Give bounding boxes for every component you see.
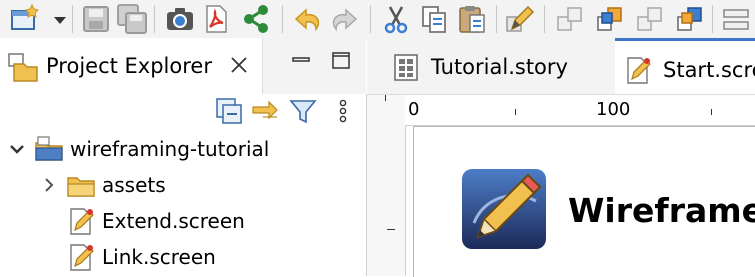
minimize-icon[interactable]	[290, 50, 312, 70]
pdf-icon[interactable]	[200, 3, 232, 35]
ruler-tick	[711, 109, 712, 115]
toolbar-separator	[496, 5, 497, 33]
main-toolbar	[0, 0, 755, 39]
undo-icon[interactable]	[292, 3, 324, 35]
screen-file-icon	[66, 206, 96, 236]
tab-tutorial-story[interactable]: Tutorial.story	[383, 38, 611, 94]
chevron-down-icon[interactable]	[8, 140, 26, 158]
tree-item-label: wireframing-tutorial	[70, 137, 270, 161]
toolbar-separator	[544, 5, 545, 33]
chevron-right-icon[interactable]	[40, 176, 58, 194]
wireframe-logo-image[interactable]	[460, 163, 552, 251]
tab-start-screen[interactable]: Start.scre	[615, 38, 755, 94]
project-explorer-panel: wireframing-tutorial assets Extend.scree…	[0, 94, 367, 276]
tree-item-screen[interactable]: Link.screen	[0, 240, 366, 274]
tree-item-screen[interactable]: Extend.screen	[0, 204, 366, 238]
toolbar-separator	[282, 5, 283, 33]
toolbar-separator	[370, 5, 371, 33]
share-icon[interactable]	[240, 3, 272, 35]
send-backward-icon[interactable]	[634, 3, 666, 35]
ruler-tick	[387, 229, 395, 230]
tree-item-project[interactable]: wireframing-tutorial	[0, 132, 366, 166]
cut-icon[interactable]	[380, 3, 412, 35]
editor-tab-bar: Tutorial.story Start.scre	[367, 38, 755, 95]
tab-label: Tutorial.story	[431, 55, 568, 79]
maximize-icon[interactable]	[330, 50, 352, 70]
link-with-editor-icon[interactable]	[250, 96, 280, 126]
view-menu-icon[interactable]	[332, 96, 354, 126]
tree-item-label: assets	[102, 173, 166, 197]
paste-icon[interactable]	[456, 3, 488, 35]
screen-file-icon	[66, 242, 96, 272]
tree-item-label: Extend.screen	[102, 209, 245, 233]
ruler-tick	[385, 95, 386, 101]
edit-pen-icon[interactable]	[504, 3, 536, 35]
folder-icon	[66, 170, 96, 200]
project-explorer-icon	[6, 50, 40, 84]
canvas-title-text[interactable]: Wireframe	[568, 191, 755, 230]
bring-to-front-icon[interactable]	[554, 3, 586, 35]
tab-project-explorer[interactable]: Project Explorer	[0, 38, 263, 94]
copy-icon[interactable]	[418, 3, 450, 35]
align-icon[interactable]	[720, 3, 752, 35]
project-explorer-title: Project Explorer	[46, 54, 212, 78]
screenshot-icon[interactable]	[164, 3, 196, 35]
screen-file-icon	[623, 55, 653, 85]
toolbar-separator	[154, 5, 155, 33]
project-explorer-header: Project Explorer	[0, 38, 366, 94]
send-to-back-icon[interactable]	[674, 3, 706, 35]
ruler-label: 100	[596, 99, 631, 120]
filter-icon[interactable]	[288, 96, 318, 126]
vertical-ruler	[367, 95, 406, 276]
collapse-all-icon[interactable]	[214, 96, 244, 126]
tree-item-folder[interactable]: assets	[0, 168, 366, 202]
horizontal-ruler: 0 100	[405, 95, 755, 126]
ruler-label: 0	[408, 99, 420, 120]
tree-item-label: Link.screen	[102, 245, 216, 269]
bring-forward-icon[interactable]	[594, 3, 626, 35]
save-icon[interactable]	[80, 3, 112, 35]
ruler-tick	[515, 109, 516, 115]
new-icon[interactable]	[8, 3, 40, 35]
redo-icon[interactable]	[328, 3, 360, 35]
dropdown-arrow-icon[interactable]	[44, 3, 66, 35]
project-folder-icon	[34, 134, 64, 164]
design-canvas[interactable]: Wireframe	[413, 126, 755, 277]
toolbar-separator	[72, 5, 73, 33]
tab-label: Start.scre	[663, 58, 755, 82]
storyboard-icon	[391, 52, 421, 82]
toolbar-separator	[712, 5, 713, 33]
save-all-icon[interactable]	[116, 3, 148, 35]
close-icon[interactable]	[228, 54, 250, 76]
